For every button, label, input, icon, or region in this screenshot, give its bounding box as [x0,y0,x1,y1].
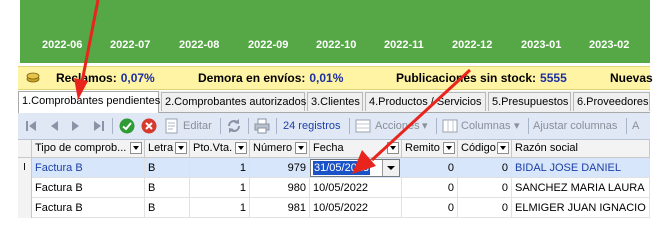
arrow-icon [352,68,472,174]
arrow-icon [74,0,100,100]
annotation-arrows [74,0,472,174]
